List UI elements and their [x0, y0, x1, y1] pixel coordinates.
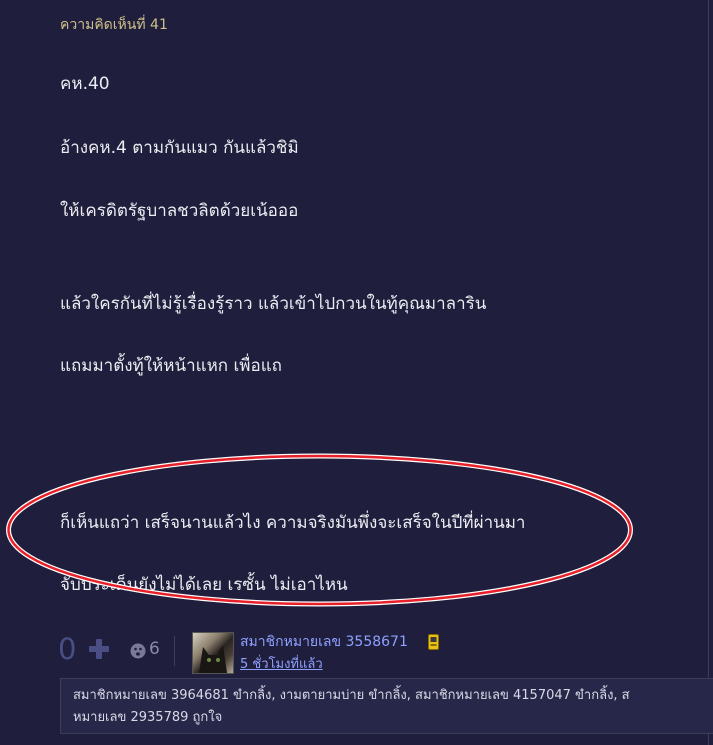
comment-timestamp[interactable]: 5 ชั่วโมงที่แล้ว — [240, 653, 323, 674]
member-name-link[interactable]: สมาชิกหมายเลข 3558671 — [240, 631, 408, 653]
reactions-line-1: สมาชิกหมายเลข 3964681 ขำกลิ้ง, งามตายามบ… — [73, 688, 630, 703]
page-border — [708, 0, 709, 745]
footer-divider — [174, 636, 175, 666]
member-badge-icon — [428, 634, 439, 650]
comment-line-5: แถมมาตั้งทู้ให้หน้าแหก เพื่อแถ — [60, 356, 282, 376]
reactions-line-2: หมายเลข 2935789 ถูกใจ — [73, 710, 223, 725]
comment-line-3: ให้เครดิตรัฐบาลชวลิตด้วยเน้อออ — [60, 201, 299, 221]
highlight-oval — [6, 453, 633, 607]
avatar[interactable] — [192, 632, 234, 674]
comment-number: ความคิดเห็นที่ 41 — [60, 17, 168, 33]
reactions-box: สมาชิกหมายเลข 3964681 ขำกลิ้ง, งามตายามบ… — [60, 678, 713, 734]
comment-footer: 0 6 สมาชิกหมายเลข 3558671 5 ชั่วโมงที่แล… — [58, 628, 708, 674]
comment-line-2: อ้างคห.4 ตามกันแมว กันแล้วชิมิ — [60, 138, 299, 158]
plus-icon[interactable] — [88, 638, 110, 660]
cat-avatar-image — [199, 645, 227, 673]
comment-line-1: คห.40 — [60, 74, 110, 94]
emote-icon[interactable] — [130, 643, 146, 659]
comment-line-4: แล้วใครกันที่ไม่รู้เรื่องรู้ราว แล้วเข้า… — [60, 294, 487, 314]
vote-count: 0 — [58, 632, 77, 666]
emote-count: 6 — [149, 639, 160, 659]
